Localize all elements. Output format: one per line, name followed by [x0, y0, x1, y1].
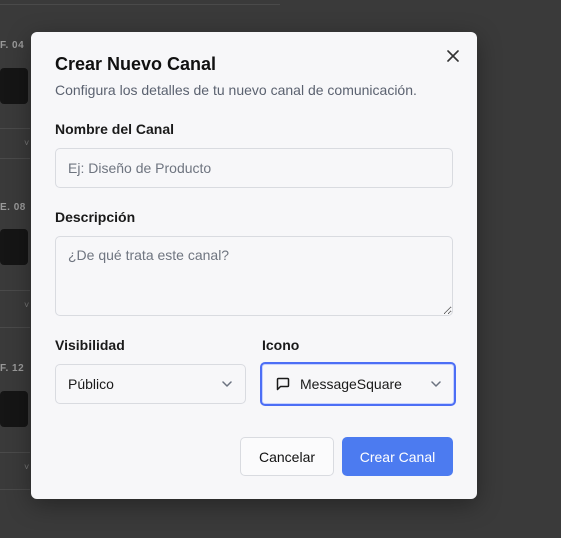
visibility-value: Público: [68, 376, 114, 392]
channel-name-label: Nombre del Canal: [55, 121, 175, 137]
chevron-down-icon: [431, 381, 441, 387]
background-divider: [0, 452, 30, 453]
visibility-label: Visibilidad: [55, 337, 125, 353]
dialog-subtitle: Configura los detalles de tu nuevo canal…: [55, 82, 417, 98]
background-thumbnail: [0, 68, 28, 104]
create-channel-dialog: Crear Nuevo Canal Configura los detalles…: [31, 32, 477, 499]
close-icon: [447, 50, 459, 62]
chevron-down-icon: [222, 381, 232, 387]
background-divider: [0, 489, 30, 490]
background-divider: [0, 128, 30, 129]
description-label: Descripción: [55, 209, 136, 225]
background-header-divider: [0, 0, 280, 5]
background-row-meta: E. 08: [0, 202, 26, 213]
background-row-meta: F. 12: [0, 363, 25, 374]
chevron-down-icon: ˅: [24, 300, 30, 310]
create-channel-button[interactable]: Crear Canal: [342, 437, 453, 476]
chevron-down-icon: ˅: [24, 462, 30, 472]
close-button[interactable]: [444, 47, 462, 65]
icon-label: Icono: [262, 337, 300, 353]
message-square-icon: [276, 377, 290, 391]
background-thumbnail: [0, 229, 28, 265]
description-textarea[interactable]: [55, 236, 453, 316]
background-thumbnail: [0, 391, 28, 427]
visibility-select[interactable]: Público: [55, 364, 246, 404]
dialog-title: Crear Nuevo Canal: [55, 54, 217, 74]
icon-select[interactable]: MessageSquare: [260, 362, 456, 406]
icon-value: MessageSquare: [300, 376, 402, 392]
background-divider: [0, 327, 30, 328]
background-divider: [0, 158, 30, 159]
chevron-down-icon: ˅: [24, 138, 30, 148]
channel-name-input[interactable]: [55, 148, 453, 188]
background-divider: [0, 290, 30, 291]
cancel-button[interactable]: Cancelar: [240, 437, 334, 476]
background-row-meta: F. 04: [0, 40, 25, 51]
